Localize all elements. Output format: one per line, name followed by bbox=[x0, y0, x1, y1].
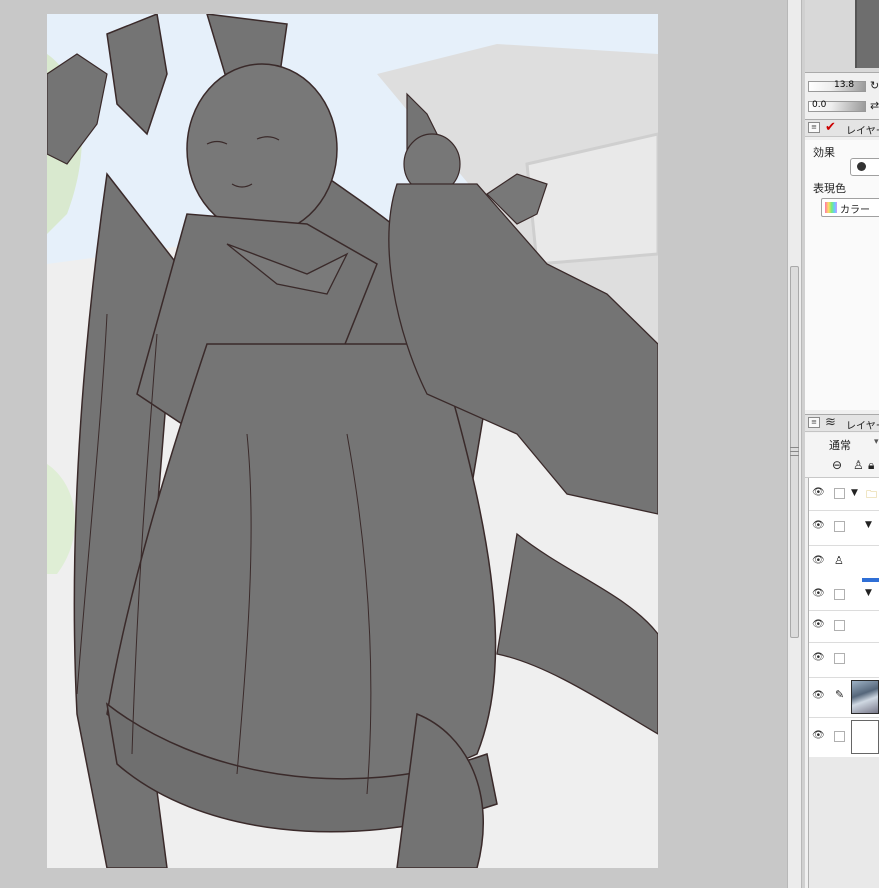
properties-panel-title: レイヤープ bbox=[846, 126, 879, 137]
layer-row[interactable]: 👁︎ ▼ bbox=[809, 580, 879, 611]
canvas-area[interactable] bbox=[0, 0, 787, 888]
illustration-lineart bbox=[47, 14, 658, 868]
opacity-slider[interactable]: 0.0 ⇄ bbox=[808, 99, 879, 113]
artboard-canvas[interactable] bbox=[47, 14, 658, 868]
effect-label: 効果 bbox=[813, 146, 835, 159]
eye-icon[interactable]: 👁︎ bbox=[812, 555, 825, 566]
scrollbar-grip-icon bbox=[790, 447, 799, 458]
layer-edit-checkbox[interactable] bbox=[834, 653, 845, 664]
panel-menu-icon[interactable]: ≡ bbox=[808, 122, 820, 133]
expression-color-dropdown[interactable]: カラー bbox=[821, 198, 879, 217]
chevron-down-icon[interactable]: ▼ bbox=[851, 488, 858, 498]
folder-icon: 🗀︎ bbox=[866, 488, 877, 501]
layer-row[interactable]: 👁︎ ▼ 🗀︎ bbox=[809, 478, 879, 511]
navigator-preview[interactable] bbox=[805, 0, 879, 73]
right-panel: 13.8 ↻ 0.0 ⇄ ≡ ✔ レイヤープ 効果 表現色 カラー ≡ ≋ レイ… bbox=[805, 0, 879, 888]
layer-row[interactable]: 👁︎ ▼ bbox=[809, 510, 879, 546]
rotate-icon[interactable]: ↻ bbox=[870, 79, 879, 92]
layer-stack-icon: ≋ bbox=[825, 415, 836, 430]
expression-color-value: カラー bbox=[840, 205, 870, 216]
canvas-vertical-scrollbar[interactable] bbox=[787, 0, 802, 888]
reference-layer-icon[interactable]: ♙ bbox=[853, 458, 864, 472]
layer-row[interactable]: 👁︎ bbox=[809, 642, 879, 678]
layer-row[interactable]: 👁︎ ♙ bbox=[809, 545, 879, 580]
panel-menu-icon[interactable]: ≡ bbox=[808, 417, 820, 428]
chevron-down-icon[interactable]: ▼ bbox=[865, 520, 872, 530]
blend-mode-value: 通常 bbox=[829, 439, 851, 452]
chevron-down-icon: ▾ bbox=[874, 437, 879, 447]
layers-panel-header: ≡ ≋ レイヤー bbox=[805, 414, 879, 432]
pen-icon: ✎ bbox=[835, 688, 845, 701]
eye-icon[interactable]: 👁︎ bbox=[812, 487, 825, 498]
layer-property-icon: ✔ bbox=[825, 120, 836, 135]
blend-mode-select[interactable]: 通常 ▾ bbox=[805, 433, 879, 455]
eye-icon[interactable]: 👁︎ bbox=[812, 588, 825, 599]
layers-panel-title: レイヤー bbox=[846, 421, 879, 432]
eye-icon[interactable]: 👁︎ bbox=[812, 730, 825, 741]
border-effect-icon bbox=[857, 162, 866, 171]
layer-row[interactable]: 👁︎ bbox=[809, 717, 879, 758]
eye-icon[interactable]: 👁︎ bbox=[812, 652, 825, 663]
effect-border-button[interactable] bbox=[850, 158, 879, 176]
properties-panel-header: ≡ ✔ レイヤープ bbox=[805, 119, 879, 137]
layer-edit-checkbox[interactable] bbox=[834, 488, 845, 499]
navigator-thumbnail bbox=[855, 0, 879, 68]
expression-color-label: 表現色 bbox=[813, 182, 846, 195]
layer-row[interactable]: 👁︎ ✎ bbox=[809, 677, 879, 718]
layer-edit-checkbox[interactable] bbox=[834, 589, 845, 600]
eye-icon[interactable]: 👁︎ bbox=[812, 520, 825, 531]
layer-list-empty-area bbox=[809, 757, 879, 888]
reference-person-icon: ♙ bbox=[834, 554, 844, 567]
lock-layer-icon[interactable]: 🔒︎ bbox=[868, 458, 874, 473]
paper-layer-thumbnail bbox=[851, 720, 879, 754]
layer-edit-checkbox[interactable] bbox=[834, 731, 845, 742]
layer-edit-checkbox[interactable] bbox=[834, 521, 845, 532]
layer-row[interactable]: 👁︎ bbox=[809, 610, 879, 643]
flip-icon[interactable]: ⇄ bbox=[870, 99, 879, 112]
brush-size-slider[interactable]: 13.8 ↻ bbox=[808, 79, 879, 93]
opacity-value: 0.0 bbox=[812, 100, 827, 110]
brush-size-value: 13.8 bbox=[834, 80, 855, 90]
color-swatch-icon bbox=[825, 202, 837, 213]
layer-thumbnail bbox=[851, 680, 879, 714]
clip-layer-icon[interactable]: ⊖ bbox=[832, 458, 842, 472]
layer-edit-checkbox[interactable] bbox=[834, 620, 845, 631]
properties-panel-body: 効果 表現色 カラー bbox=[805, 140, 879, 410]
chevron-down-icon[interactable]: ▼ bbox=[865, 588, 872, 598]
eye-icon[interactable]: 👁︎ bbox=[812, 690, 825, 701]
layer-toolbar: ⊖ ♙ 🔒︎ bbox=[805, 455, 879, 478]
layer-list: 👁︎ ▼ 🗀︎ 👁︎ ▼ 👁︎ ♙ 👁︎ ▼ 👁︎ 👁︎ 👁︎ ✎ 👁︎ bbox=[808, 478, 879, 888]
eye-icon[interactable]: 👁︎ bbox=[812, 619, 825, 630]
